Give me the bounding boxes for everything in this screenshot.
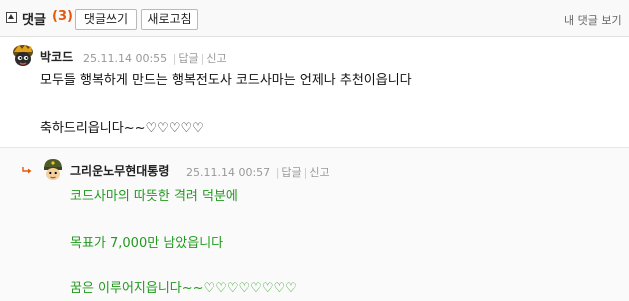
comment-author[interactable]: 박코드	[40, 48, 73, 65]
comment-meta: 25.11.14 00:55 | 답글 | 신고	[83, 50, 227, 66]
comment-body-line: 꿈은 이루어지읍니다~~♡♡♡♡♡♡♡♡	[70, 281, 297, 296]
report-link[interactable]: 신고	[206, 52, 226, 65]
meta-divider: |	[200, 52, 205, 65]
reply-comment-item: 그리운노무현대통령 25.11.14 00:57 | 답글 | 신고 코드사마의 따뜻…	[0, 147, 629, 301]
write-comment-button[interactable]: 댓글쓰기	[75, 9, 137, 30]
reply-link[interactable]: 답글	[281, 166, 301, 179]
report-link[interactable]: 신고	[309, 166, 329, 179]
comment-timestamp: 25.11.14 00:57	[186, 166, 271, 179]
comment-count: (3)	[52, 9, 73, 24]
comment-body-line: 코드사마의 따뜻한 격려 덕분에	[70, 189, 238, 204]
reply-arrow-icon	[22, 167, 32, 174]
my-comments-link[interactable]: 내 댓글 보기	[564, 12, 622, 28]
comment-body-line: 축하드리읍니다~~♡♡♡♡♡	[40, 121, 204, 136]
helmet-character-avatar-icon	[44, 159, 62, 180]
comment-item: 박코드 25.11.14 00:55 | 답글 | 신고 모두들 행복하게 만드는 행…	[0, 37, 629, 145]
collapse-toggle-icon[interactable]	[6, 12, 17, 23]
refresh-button[interactable]: 새로고침	[141, 9, 198, 30]
comment-timestamp: 25.11.14 00:55	[83, 52, 168, 65]
comment-section-title[interactable]: 댓글	[22, 9, 46, 28]
reply-link[interactable]: 답글	[178, 52, 198, 65]
comment-body-line: 목표가 7,000만 남았읍니다	[70, 236, 224, 251]
meta-divider: |	[172, 52, 177, 65]
comment-body-line: 모두들 행복하게 만드는 행복전도사 코드사마는 언제나 추천이읍니다	[40, 73, 412, 88]
meta-divider: |	[303, 166, 308, 179]
comment-toolbar: 댓글 (3) 댓글쓰기 새로고침 내 댓글 보기	[0, 0, 629, 37]
comment-author[interactable]: 그리운노무현대통령	[70, 162, 169, 179]
comment-meta: 25.11.14 00:57 | 답글 | 신고	[186, 164, 330, 180]
mushroom-character-avatar-icon	[13, 45, 33, 66]
meta-divider: |	[275, 166, 280, 179]
